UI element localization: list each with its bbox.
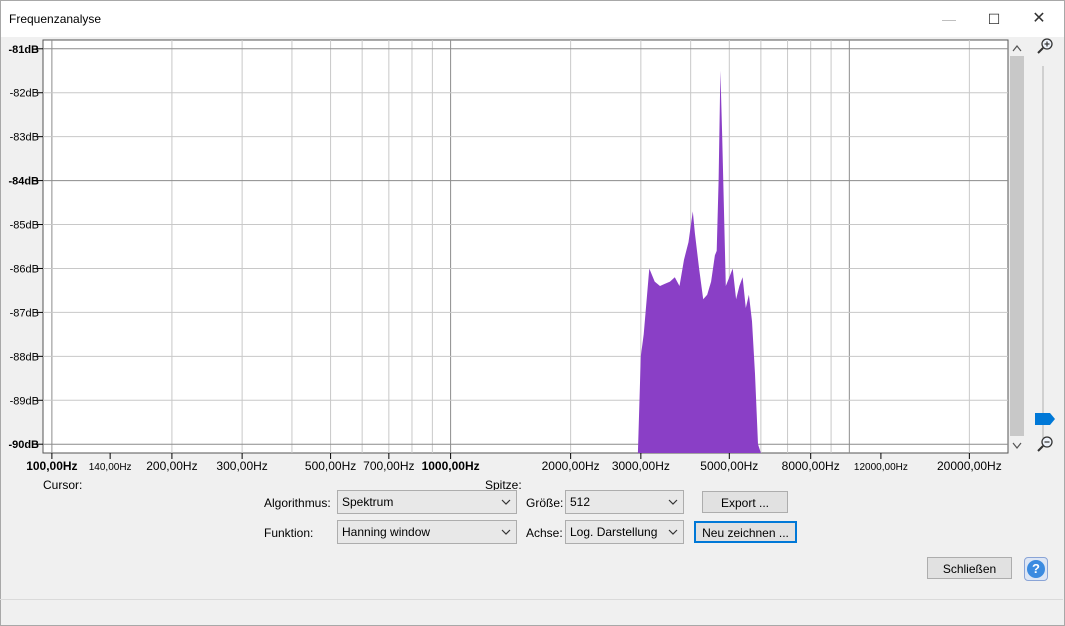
function-value: Hanning window bbox=[342, 525, 431, 539]
function-label: Funktion: bbox=[264, 526, 314, 540]
y-tick-label: -82dB bbox=[10, 88, 39, 100]
x-tick-label: 140,00Hz bbox=[89, 462, 132, 473]
x-tick-label: 2000,00Hz bbox=[542, 459, 600, 473]
y-tick-label: -89dB bbox=[10, 395, 39, 407]
y-tick-label: -85dB bbox=[10, 220, 39, 232]
algorithm-select[interactable]: Spektrum bbox=[337, 490, 517, 514]
vertical-zoom-control bbox=[1010, 38, 1055, 452]
axis-value: Log. Darstellung bbox=[570, 525, 658, 539]
x-axis: 100,00Hz 140,00Hz 200,00Hz 300,00Hz 500,00Hz… bbox=[26, 453, 1002, 473]
spectrum-graph: -81dB -82dB -83dB -84dB -85dB -86dB -87dB -88dB… bbox=[8, 38, 1055, 473]
chevron-down-icon bbox=[501, 529, 511, 535]
close-button[interactable]: Schließen bbox=[927, 557, 1012, 579]
scroll-down-icon[interactable] bbox=[1012, 442, 1022, 449]
plot-background[interactable] bbox=[42, 39, 1009, 454]
size-value: 512 bbox=[570, 495, 591, 509]
zoom-slider-thumb[interactable] bbox=[1035, 413, 1055, 425]
zoom-out-icon[interactable] bbox=[1037, 436, 1053, 452]
x-tick-label: 5000,00Hz bbox=[700, 459, 758, 473]
algorithm-value: Spektrum bbox=[342, 495, 394, 509]
scroll-up-icon[interactable] bbox=[1012, 45, 1022, 52]
x-tick-label: 1000,00Hz bbox=[422, 459, 480, 473]
x-tick-label: 700,00Hz bbox=[363, 459, 414, 473]
help-button[interactable]: ? bbox=[1024, 557, 1048, 581]
size-select[interactable]: 512 bbox=[565, 490, 684, 514]
y-axis: -81dB -82dB -83dB -84dB -85dB -86dB -87dB -88dB… bbox=[8, 44, 43, 451]
help-icon: ? bbox=[1027, 560, 1045, 578]
algorithm-label: Algorithmus: bbox=[264, 496, 331, 510]
chevron-down-icon bbox=[668, 499, 678, 505]
y-tick-label: -90dB bbox=[8, 439, 39, 451]
chevron-down-icon bbox=[501, 499, 511, 505]
x-tick-label: 20000,00Hz bbox=[937, 459, 1002, 473]
y-tick-label: -84dB bbox=[8, 176, 39, 188]
zoom-in-icon[interactable] bbox=[1037, 38, 1053, 54]
size-label: Größe: bbox=[526, 496, 564, 510]
scrollbar-thumb[interactable] bbox=[1010, 56, 1024, 436]
y-tick-label: -81dB bbox=[8, 44, 39, 56]
x-tick-label: 300,00Hz bbox=[216, 459, 267, 473]
cursor-readout-label: Cursor: bbox=[43, 478, 83, 492]
y-tick-label: -87dB bbox=[10, 307, 39, 319]
redraw-button[interactable]: Neu zeichnen ... bbox=[694, 521, 797, 543]
x-tick-label: 12000,00Hz bbox=[854, 462, 908, 473]
x-tick-label: 3000,00Hz bbox=[612, 459, 670, 473]
y-tick-label: -88dB bbox=[10, 351, 39, 363]
chevron-down-icon bbox=[668, 529, 678, 535]
x-tick-label: 100,00Hz bbox=[26, 459, 77, 473]
x-tick-label: 500,00Hz bbox=[305, 459, 356, 473]
status-divider bbox=[0, 599, 1063, 600]
y-tick-label: -86dB bbox=[10, 263, 39, 275]
axis-label: Achse: bbox=[526, 526, 563, 540]
axis-select[interactable]: Log. Darstellung bbox=[565, 520, 684, 544]
export-button[interactable]: Export ... bbox=[702, 491, 788, 513]
plot-area[interactable] bbox=[42, 39, 1009, 454]
y-tick-label: -83dB bbox=[10, 132, 39, 144]
x-tick-label: 200,00Hz bbox=[146, 459, 197, 473]
function-select[interactable]: Hanning window bbox=[337, 520, 517, 544]
x-tick-label: 8000,00Hz bbox=[782, 459, 840, 473]
